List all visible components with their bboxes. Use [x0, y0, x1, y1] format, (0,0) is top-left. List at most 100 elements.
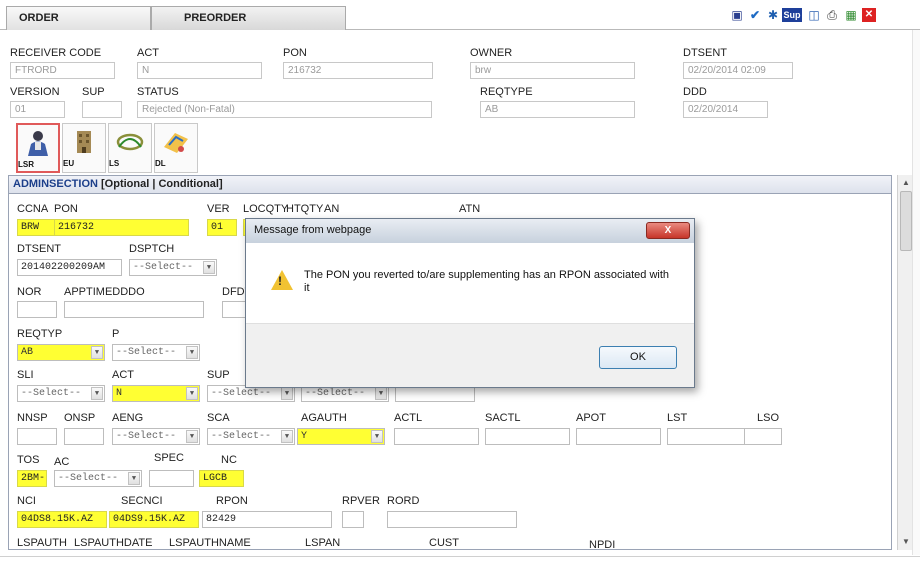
- ac-label: AC: [54, 456, 70, 468]
- dtsent-admin-label: DTSENT: [17, 243, 61, 255]
- book-icon[interactable]: ◫: [807, 8, 821, 22]
- lsr-form-button[interactable]: LSR: [16, 123, 60, 173]
- status-field[interactable]: Rejected (Non-Fatal): [137, 101, 432, 118]
- spec-label: SPEC: [154, 452, 184, 464]
- locqty-label: LOCQTY: [243, 203, 289, 215]
- aeng-select[interactable]: --Select-- ▼: [112, 428, 200, 445]
- agauth-label: AGAUTH: [301, 412, 347, 424]
- ok-button[interactable]: OK: [599, 346, 677, 369]
- save-icon[interactable]: ▣: [730, 8, 744, 22]
- rpon-label: RPON: [216, 495, 248, 507]
- sup-button[interactable]: Sup: [782, 8, 802, 22]
- export-icon[interactable]: ▦: [844, 8, 858, 22]
- lso-field[interactable]: [744, 428, 782, 445]
- chevron-down-icon: ▼: [128, 472, 140, 485]
- rord-field[interactable]: [387, 511, 517, 528]
- p-select[interactable]: --Select-- ▼: [112, 344, 200, 361]
- pon-field[interactable]: 216732: [283, 62, 433, 79]
- ac-select[interactable]: --Select-- ▼: [54, 470, 142, 487]
- dl-label: DL: [155, 159, 166, 168]
- dialog-body: ! The PON you reverted to/are supplement…: [246, 243, 694, 323]
- lspan-label: LSPAN: [305, 537, 341, 549]
- apot-field[interactable]: [576, 428, 661, 445]
- actl-field[interactable]: [394, 428, 479, 445]
- ls-label: LS: [109, 159, 120, 168]
- dialog-close-button[interactable]: X: [646, 222, 690, 239]
- dsptch-select[interactable]: --Select-- ▼: [129, 259, 217, 276]
- tos-field[interactable]: 2BM-: [17, 470, 47, 487]
- ccna-label: CCNA: [17, 203, 49, 215]
- nci-field[interactable]: 04DS8.15K.AZ: [17, 511, 107, 528]
- sca-label: SCA: [207, 412, 230, 424]
- ac-value: --Select--: [58, 473, 119, 484]
- dtsent-admin-field[interactable]: 201402200209AM: [17, 259, 122, 276]
- close-icon[interactable]: ✕: [862, 8, 876, 22]
- scroll-thumb[interactable]: [900, 191, 912, 251]
- cust-label: CUST: [429, 537, 459, 549]
- chevron-down-icon: ▼: [371, 430, 383, 443]
- nnsp-field[interactable]: [17, 428, 57, 445]
- secnci-field[interactable]: 04DS9.15K.AZ: [109, 511, 199, 528]
- lst-field[interactable]: [667, 428, 749, 445]
- aeng-label: AENG: [112, 412, 144, 424]
- close-icon: X: [664, 225, 672, 236]
- dl-form-button[interactable]: DL: [154, 123, 198, 173]
- pon-field-admin[interactable]: 216732: [54, 219, 189, 236]
- chevron-down-icon: ▼: [91, 346, 103, 359]
- rpon-field[interactable]: 82429: [202, 511, 332, 528]
- page-scrollbar[interactable]: [912, 30, 920, 555]
- section-title: ADMINSECTION [Optional | Conditional]: [9, 176, 891, 194]
- section-scrollbar[interactable]: ▲ ▼: [897, 175, 913, 550]
- aeng-value: --Select--: [116, 431, 177, 442]
- warning-icon: [271, 270, 293, 290]
- owner-field[interactable]: brw: [470, 62, 635, 79]
- secnci-label: SECNCI: [121, 495, 163, 507]
- tab-preorder[interactable]: PREORDER: [151, 6, 346, 30]
- nor-field[interactable]: [17, 301, 57, 318]
- nc-field[interactable]: LGCB: [199, 470, 244, 487]
- version-field[interactable]: 01: [10, 101, 65, 118]
- sli-select[interactable]: --Select-- ▼: [17, 385, 105, 402]
- receiver-code-field[interactable]: FTRORD: [10, 62, 115, 79]
- reqtype-field[interactable]: AB: [480, 101, 635, 118]
- check-icon[interactable]: ✔: [748, 8, 762, 22]
- reqtyp-select[interactable]: AB ▼: [17, 344, 105, 361]
- reqtyp-label: REQTYP: [17, 328, 63, 340]
- sup2-value: --Select--: [305, 388, 366, 399]
- spec-field[interactable]: [149, 470, 194, 487]
- ver-field[interactable]: 01: [207, 219, 237, 236]
- tos-label: TOS: [17, 454, 40, 466]
- htqty-label: HTQTY: [286, 203, 324, 215]
- sactl-field[interactable]: [485, 428, 570, 445]
- tab-order[interactable]: ORDER: [6, 6, 151, 30]
- eu-icon: [77, 131, 91, 153]
- apot-label: APOT: [576, 412, 606, 424]
- ccna-field[interactable]: BRW: [17, 219, 59, 236]
- lspauthname-label: LSPAUTHNAME: [169, 537, 251, 549]
- rpver-field[interactable]: [342, 511, 364, 528]
- act-admin-label: ACT: [112, 369, 134, 381]
- nor-label: NOR: [17, 286, 42, 298]
- dialog-title-text: Message from webpage: [254, 224, 372, 236]
- apptimedddo-field[interactable]: [64, 301, 204, 318]
- rpver-label: RPVER: [342, 495, 380, 507]
- sup-field[interactable]: [82, 101, 122, 118]
- version-label: VERSION: [10, 86, 60, 98]
- sup-label: Sup: [783, 10, 801, 20]
- eu-form-button[interactable]: EU: [62, 123, 106, 173]
- print-icon[interactable]: ⎙: [825, 8, 839, 22]
- sactl-label: SACTL: [485, 412, 521, 424]
- chevron-down-icon: ▼: [186, 430, 198, 443]
- run-icon[interactable]: ✱: [766, 8, 780, 22]
- ls-form-button[interactable]: LS: [108, 123, 152, 173]
- p-value: --Select--: [116, 347, 177, 358]
- dtsent-field[interactable]: 02/20/2014 02:09: [683, 62, 793, 79]
- onsp-field[interactable]: [64, 428, 104, 445]
- chevron-down-icon: ▼: [91, 387, 103, 400]
- chevron-down-icon: ▼: [281, 430, 293, 443]
- act-select[interactable]: N ▼: [112, 385, 200, 402]
- act-field[interactable]: N: [137, 62, 262, 79]
- sca-select[interactable]: --Select-- ▼: [207, 428, 295, 445]
- ddd-field[interactable]: 02/20/2014: [683, 101, 768, 118]
- agauth-select[interactable]: Y ▼: [297, 428, 385, 445]
